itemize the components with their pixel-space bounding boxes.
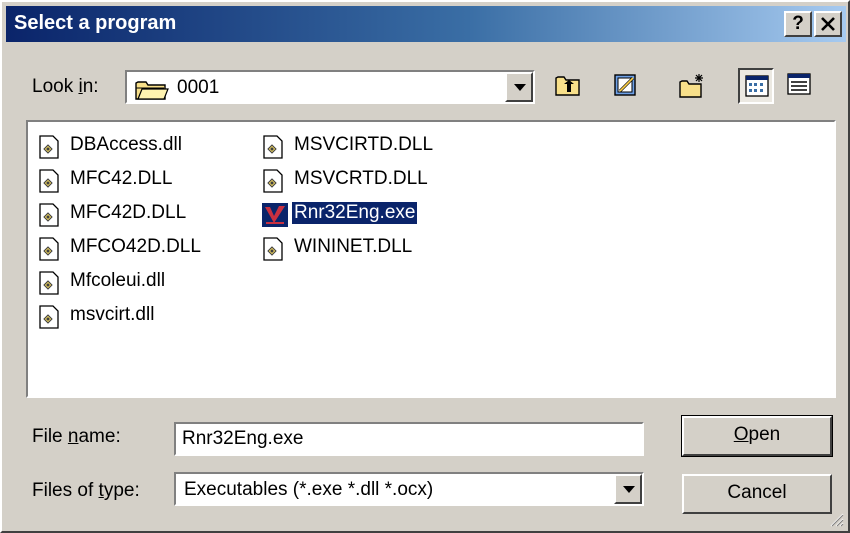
file-name: MSVCIRTD.DLL xyxy=(294,134,434,155)
close-icon xyxy=(821,17,835,31)
up-folder-icon xyxy=(555,76,580,96)
help-button[interactable]: ? xyxy=(784,11,812,37)
file-name: WININET.DLL xyxy=(294,236,413,257)
filename-field[interactable] xyxy=(174,422,644,456)
dll-file-icon xyxy=(38,203,60,233)
details-view-button[interactable] xyxy=(782,68,818,104)
list-view-button[interactable] xyxy=(738,68,774,104)
dll-file-icon xyxy=(38,135,60,165)
file-name: msvcirt.dll xyxy=(70,304,155,325)
file-name: MSVCRTD.DLL xyxy=(294,168,428,189)
dll-file-icon xyxy=(38,271,60,301)
filetype-value: Executables (*.exe *.dll *.ocx) xyxy=(184,479,434,500)
filename-input[interactable] xyxy=(178,426,638,452)
dll-file-icon xyxy=(38,305,60,335)
folder-icon xyxy=(135,79,169,107)
details-view-icon xyxy=(787,73,811,95)
lookin-label: Look in: xyxy=(32,76,99,97)
dll-file-icon xyxy=(262,169,284,199)
title-bar[interactable]: Select a program ? xyxy=(6,6,846,42)
dll-file-icon xyxy=(262,237,284,267)
dll-file-icon xyxy=(262,135,284,165)
close-button[interactable] xyxy=(814,11,842,37)
desktop-icon xyxy=(614,74,636,96)
list-view-icon xyxy=(745,75,769,97)
chevron-down-icon xyxy=(514,84,526,91)
filetype-combo[interactable]: Executables (*.exe *.dll *.ocx) xyxy=(174,472,644,506)
open-button[interactable]: Open xyxy=(681,415,833,457)
dll-file-icon xyxy=(38,169,60,199)
filetype-label: Files of type: xyxy=(32,480,140,501)
file-name: MFCO42D.DLL xyxy=(70,236,201,257)
cancel-button[interactable]: Cancel xyxy=(682,474,832,514)
dialog-title: Select a program xyxy=(14,12,177,34)
file-name: Rnr32Eng.exe xyxy=(290,201,419,225)
select-program-dialog: Select a program ? Look in: 0001 DBAcces… xyxy=(0,0,850,533)
up-one-level-button[interactable] xyxy=(550,68,586,104)
resize-grip-icon[interactable] xyxy=(828,511,844,527)
lookin-combo[interactable]: 0001 xyxy=(125,70,535,104)
lookin-value: 0001 xyxy=(177,77,220,98)
exe-program-icon xyxy=(262,203,288,233)
filetype-dropdown-button[interactable] xyxy=(614,474,642,504)
desktop-button[interactable] xyxy=(608,68,644,104)
file-name: DBAccess.dll xyxy=(70,134,182,155)
file-list[interactable]: DBAccess.dll MFC42.DLL MFC42D.DLL MFCO42… xyxy=(26,120,836,398)
filename-label: File name: xyxy=(32,426,121,447)
chevron-down-icon xyxy=(623,486,635,493)
file-name: Mfcoleui.dll xyxy=(70,270,166,291)
dll-file-icon xyxy=(38,237,60,267)
file-name: MFC42.DLL xyxy=(70,168,173,189)
file-name: MFC42D.DLL xyxy=(70,202,187,223)
lookin-dropdown-button[interactable] xyxy=(505,72,533,102)
new-folder-button[interactable] xyxy=(674,68,710,104)
new-folder-icon xyxy=(679,74,703,98)
